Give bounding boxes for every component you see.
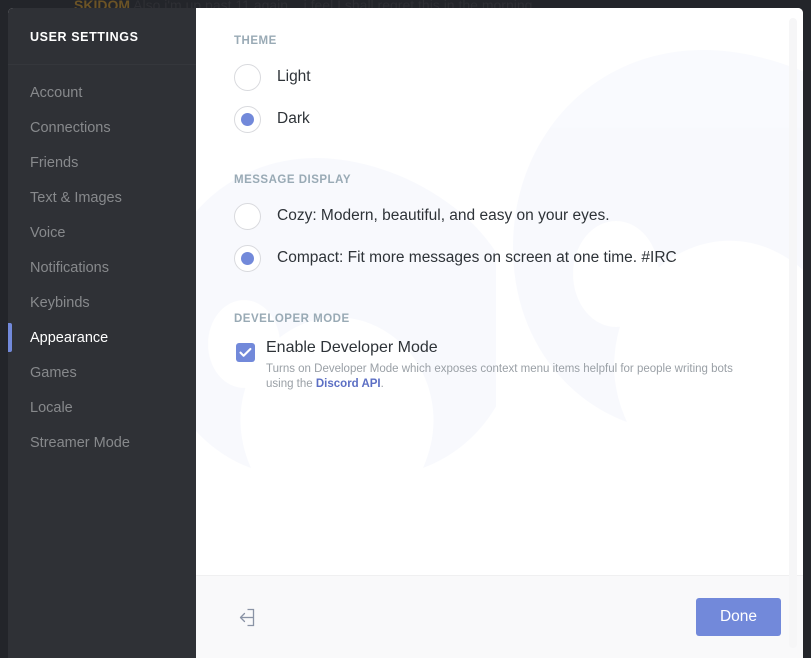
sidebar-item-locale[interactable]: Locale	[8, 390, 196, 425]
sidebar-item-label: Notifications	[30, 259, 109, 276]
theme-option-row[interactable]: Light	[234, 60, 803, 94]
sidebar-item-account[interactable]: Account	[8, 75, 196, 110]
theme-option-label: Dark	[277, 110, 310, 127]
message-display-option-list: Cozy: Modern, beautiful, and easy on you…	[234, 199, 803, 275]
sidebar-active-indicator	[8, 323, 12, 352]
sidebar-item-label: Voice	[30, 224, 66, 241]
logout-arrow-icon	[239, 608, 254, 626]
discord-api-link[interactable]: Discord API	[316, 378, 381, 390]
sidebar-item-streamer-mode[interactable]: Streamer Mode	[8, 425, 196, 460]
developer-mode-description-suffix: .	[380, 378, 384, 390]
settings-sidebar: USER SETTINGS Account Connections Friends T…	[8, 8, 196, 658]
message-display-option-row[interactable]: Cozy: Modern, beautiful, and easy on you…	[234, 199, 803, 233]
sidebar-item-keybinds[interactable]: Keybinds	[8, 285, 196, 320]
sidebar-item-label: Games	[30, 364, 77, 381]
settings-content: THEME Light Dark MESSAGE DISPLAY Cozy: Mo…	[196, 8, 803, 658]
sidebar-divider	[8, 64, 196, 65]
theme-option-list: Light Dark	[234, 60, 803, 136]
sidebar-title: USER SETTINGS	[30, 30, 139, 44]
settings-footer: Done	[196, 575, 803, 658]
message-display-section: MESSAGE DISPLAY Cozy: Modern, beautiful,…	[234, 174, 803, 275]
content-scrollbar[interactable]	[789, 18, 797, 648]
sidebar-item-label: Connections	[30, 119, 111, 136]
developer-mode-section: DEVELOPER MODE Enable Developer Mode Tur…	[234, 313, 803, 392]
sidebar-item-label: Locale	[30, 399, 73, 416]
sidebar-item-list: Account Connections Friends Text & Images Vo…	[8, 75, 196, 460]
sidebar-item-label: Appearance	[30, 329, 109, 346]
message-display-radio-unselected[interactable]	[234, 202, 261, 230]
check-icon	[239, 347, 252, 357]
message-display-option-label: Cozy: Modern, beautiful, and easy on you…	[277, 207, 610, 224]
message-display-option-label: Compact: Fit more messages on screen at …	[277, 249, 677, 266]
sidebar-item-games[interactable]: Games	[8, 355, 196, 390]
sidebar-item-label: Streamer Mode	[30, 434, 130, 451]
message-display-option-row[interactable]: Compact: Fit more messages on screen at …	[234, 241, 803, 275]
theme-radio-selected[interactable]	[234, 105, 261, 133]
sidebar-item-text-images[interactable]: Text & Images	[8, 180, 196, 215]
enable-developer-mode-label: Enable Developer Mode	[266, 339, 438, 356]
message-display-section-title: MESSAGE DISPLAY	[234, 174, 351, 186]
sidebar-item-label: Keybinds	[30, 294, 90, 311]
sidebar-item-label: Account	[30, 84, 83, 101]
sidebar-item-connections[interactable]: Connections	[8, 110, 196, 145]
sidebar-item-notifications[interactable]: Notifications	[8, 250, 196, 285]
theme-radio-unselected[interactable]	[234, 63, 261, 91]
sidebar-item-label: Text & Images	[30, 189, 122, 206]
theme-option-label: Light	[277, 68, 311, 85]
theme-section-title: THEME	[234, 35, 277, 47]
sidebar-item-voice[interactable]: Voice	[8, 215, 196, 250]
message-display-radio-selected[interactable]	[234, 244, 261, 272]
enable-developer-mode-checkbox[interactable]	[236, 343, 255, 362]
theme-option-row[interactable]: Dark	[234, 102, 803, 136]
settings-scroll-area: THEME Light Dark MESSAGE DISPLAY Cozy: Mo…	[196, 8, 803, 575]
sidebar-item-friends[interactable]: Friends	[8, 145, 196, 180]
user-settings-modal: USER SETTINGS Account Connections Friends T…	[8, 8, 803, 658]
sidebar-item-label: Friends	[30, 154, 79, 171]
developer-mode-description: Turns on Developer Mode which exposes co…	[266, 362, 741, 392]
developer-mode-row: Enable Developer Mode Turns on Developer…	[234, 338, 803, 392]
done-button[interactable]: Done	[695, 598, 781, 636]
sidebar-item-appearance[interactable]: Appearance	[8, 320, 196, 355]
theme-section: THEME Light Dark	[234, 35, 803, 136]
developer-mode-section-title: DEVELOPER MODE	[234, 313, 350, 325]
logout-icon[interactable]	[234, 606, 256, 628]
